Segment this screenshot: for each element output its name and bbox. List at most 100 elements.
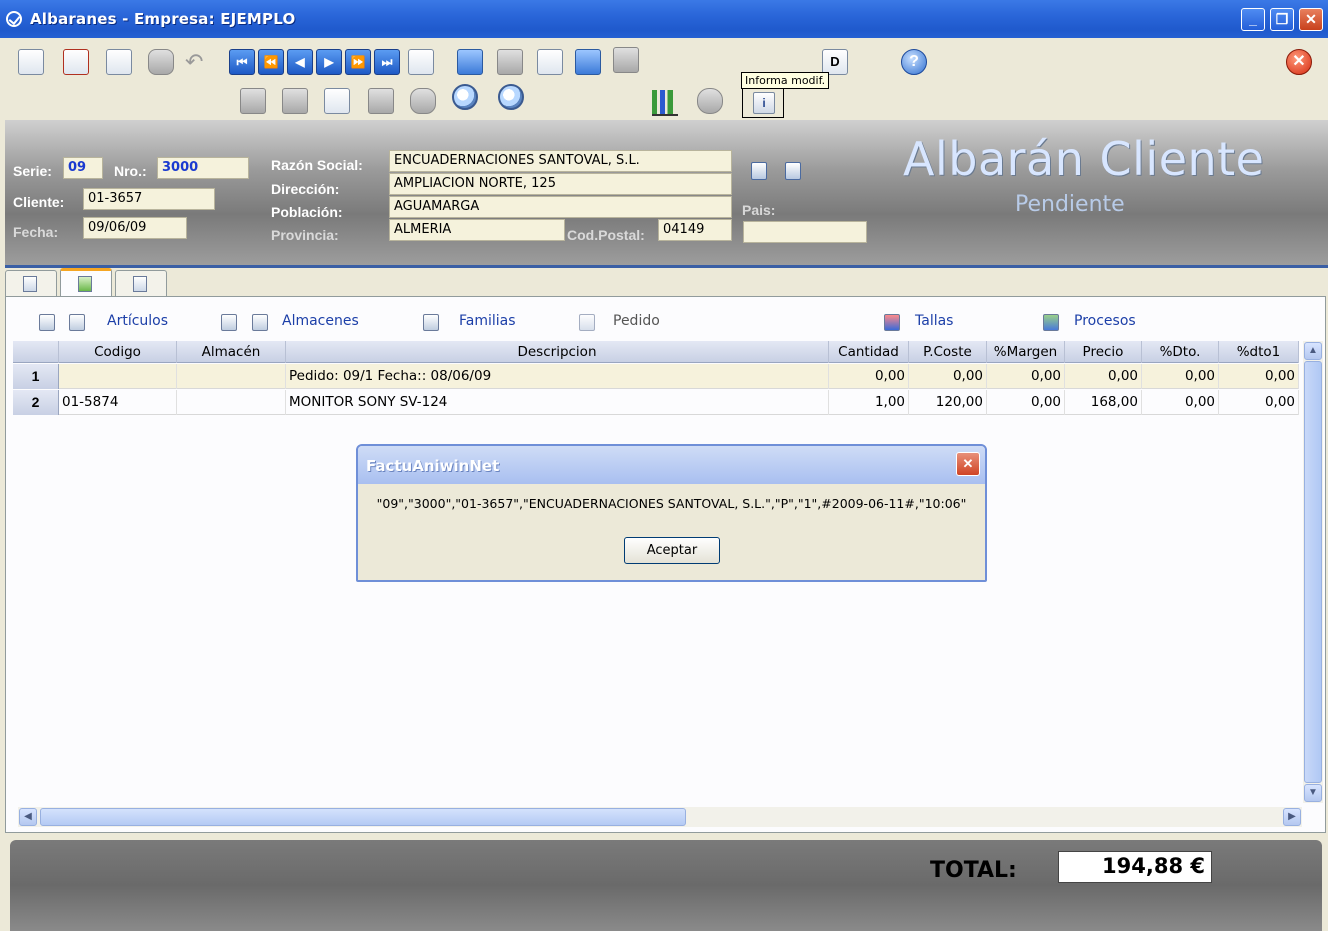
previous-record-icon[interactable]: ◀ — [287, 49, 313, 75]
col-almacen[interactable]: Almacén — [177, 341, 286, 363]
zoom-out-icon[interactable] — [498, 84, 524, 110]
link-tallas[interactable]: Tallas — [915, 313, 953, 329]
sizes-icon[interactable] — [884, 314, 900, 331]
cell-codigo[interactable]: 01-5874 — [59, 390, 177, 415]
grid-icon[interactable] — [282, 88, 308, 114]
client-search-icon[interactable] — [785, 162, 801, 180]
cell-cantidad[interactable]: 0,00 — [829, 364, 909, 389]
link-procesos[interactable]: Procesos — [1074, 313, 1136, 329]
restore-button[interactable]: ❐ — [1270, 8, 1294, 31]
delete-doc-icon[interactable] — [63, 49, 89, 75]
spellcheck-icon[interactable] — [410, 88, 436, 114]
order-icon[interactable] — [579, 314, 595, 331]
link-articulos[interactable]: Artículos — [107, 313, 168, 329]
horizontal-scroll-thumb[interactable] — [40, 808, 686, 826]
fecha-field[interactable]: 09/06/09 — [83, 217, 187, 239]
next-record-icon[interactable]: ▶ — [316, 49, 342, 75]
row-number[interactable]: 2 — [13, 390, 59, 415]
provincia-field[interactable]: ALMERIA — [389, 219, 565, 241]
warehouses-icon[interactable] — [252, 314, 268, 331]
search-articles-icon[interactable] — [39, 314, 55, 331]
tab-notes[interactable] — [115, 270, 167, 296]
window-icon[interactable] — [457, 49, 483, 75]
cell-margen[interactable]: 0,00 — [987, 364, 1065, 389]
horizontal-scrollbar[interactable]: ◀ ▶ — [18, 807, 1302, 827]
dialog-title-bar[interactable]: FactuAniwinNet ✕ — [358, 446, 985, 484]
cell-precio[interactable]: 0,00 — [1065, 364, 1142, 389]
vertical-scrollbar[interactable]: ▲ ▼ — [1303, 341, 1323, 803]
cell-margen[interactable]: 0,00 — [987, 390, 1065, 415]
link-icon[interactable] — [613, 47, 639, 73]
scroll-left-button[interactable]: ◀ — [19, 808, 37, 826]
close-button[interactable]: ✕ — [1299, 8, 1323, 31]
cliente-field[interactable]: 01-3657 — [83, 188, 215, 210]
col-descripcion[interactable]: Descripcion — [286, 341, 829, 363]
database-icon[interactable] — [148, 49, 174, 75]
first-record-icon[interactable]: ⏮ — [229, 49, 255, 75]
cell-almacen[interactable] — [177, 390, 286, 415]
preview-icon[interactable] — [537, 49, 563, 75]
printer-icon[interactable] — [497, 49, 523, 75]
add-line-icon[interactable] — [240, 88, 266, 114]
pais-field[interactable] — [743, 221, 867, 243]
cell-descripcion[interactable]: MONITOR SONY SV-124 — [286, 390, 829, 415]
client-card-icon[interactable] — [751, 162, 767, 180]
edit-doc-icon[interactable] — [106, 49, 132, 75]
col-precio[interactable]: Precio — [1065, 341, 1142, 363]
cell-dto[interactable]: 0,00 — [1142, 364, 1219, 389]
families-icon[interactable] — [423, 314, 439, 331]
col-dto[interactable]: %Dto. — [1142, 341, 1219, 363]
vertical-scroll-thumb[interactable] — [1304, 361, 1322, 783]
undo-icon[interactable]: ↶ — [185, 49, 211, 75]
nro-field[interactable]: 3000 — [157, 157, 249, 179]
cell-cantidad[interactable]: 1,00 — [829, 390, 909, 415]
cell-precio[interactable]: 168,00 — [1065, 390, 1142, 415]
copy-icon[interactable] — [324, 88, 350, 114]
tab-lines[interactable] — [60, 268, 112, 296]
link-almacenes[interactable]: Almacenes — [282, 313, 359, 329]
eraser-icon[interactable] — [408, 49, 434, 75]
scroll-down-button[interactable]: ▼ — [1304, 784, 1322, 802]
info-button[interactable]: i — [742, 88, 784, 118]
scroll-right-button[interactable]: ▶ — [1283, 808, 1301, 826]
aceptar-button[interactable]: Aceptar — [624, 537, 720, 564]
paste-icon[interactable] — [368, 88, 394, 114]
cell-dto[interactable]: 0,00 — [1142, 390, 1219, 415]
dialog-close-button[interactable]: ✕ — [956, 452, 980, 476]
table-row[interactable]: 2 01-5874 MONITOR SONY SV-124 1,00 120,0… — [13, 390, 1299, 415]
col-dto1[interactable]: %dto1 — [1219, 341, 1299, 363]
search-warehouses-icon[interactable] — [221, 314, 237, 331]
table-row[interactable]: 1 Pedido: 09/1 Fecha:: 08/06/09 0,00 0,0… — [13, 364, 1299, 389]
zoom-in-icon[interactable] — [452, 84, 478, 110]
articles-icon[interactable] — [69, 314, 85, 331]
exit-icon[interactable]: ✕ — [1286, 49, 1312, 75]
next-page-icon[interactable]: ⏩ — [345, 49, 371, 75]
new-doc-icon[interactable] — [18, 49, 44, 75]
col-margen[interactable]: %Margen — [987, 341, 1065, 363]
cell-pcoste[interactable]: 0,00 — [909, 364, 987, 389]
tab-general[interactable] — [5, 270, 57, 296]
cell-codigo[interactable] — [59, 364, 177, 389]
minimize-button[interactable]: _ — [1241, 8, 1265, 31]
cell-dto1[interactable]: 0,00 — [1219, 390, 1299, 415]
link-pedido[interactable]: Pedido — [613, 313, 660, 329]
settings-icon[interactable] — [697, 88, 723, 114]
razon-social-field[interactable]: ENCUADERNACIONES SANTOVAL, S.L. — [389, 150, 732, 172]
link-familias[interactable]: Familias — [459, 313, 516, 329]
direccion-field[interactable]: AMPLIACION NORTE, 125 — [389, 173, 732, 195]
last-record-icon[interactable]: ⏭ — [374, 49, 400, 75]
cell-pcoste[interactable]: 120,00 — [909, 390, 987, 415]
col-codigo[interactable]: Codigo — [59, 341, 177, 363]
cell-dto1[interactable]: 0,00 — [1219, 364, 1299, 389]
scroll-up-button[interactable]: ▲ — [1304, 342, 1322, 360]
report-icon[interactable] — [575, 49, 601, 75]
chart-icon[interactable] — [652, 90, 678, 116]
poblacion-field[interactable]: AGUAMARGA — [389, 196, 732, 218]
title-bar[interactable]: Albaranes - Empresa: EJEMPLO _ ❐ ✕ — [0, 0, 1328, 38]
row-number[interactable]: 1 — [13, 364, 59, 389]
cell-descripcion[interactable]: Pedido: 09/1 Fecha:: 08/06/09 — [286, 364, 829, 389]
col-pcoste[interactable]: P.Coste — [909, 341, 987, 363]
processes-icon[interactable] — [1043, 314, 1059, 331]
codpostal-field[interactable]: 04149 — [658, 219, 732, 241]
help-icon[interactable]: ? — [901, 49, 927, 75]
